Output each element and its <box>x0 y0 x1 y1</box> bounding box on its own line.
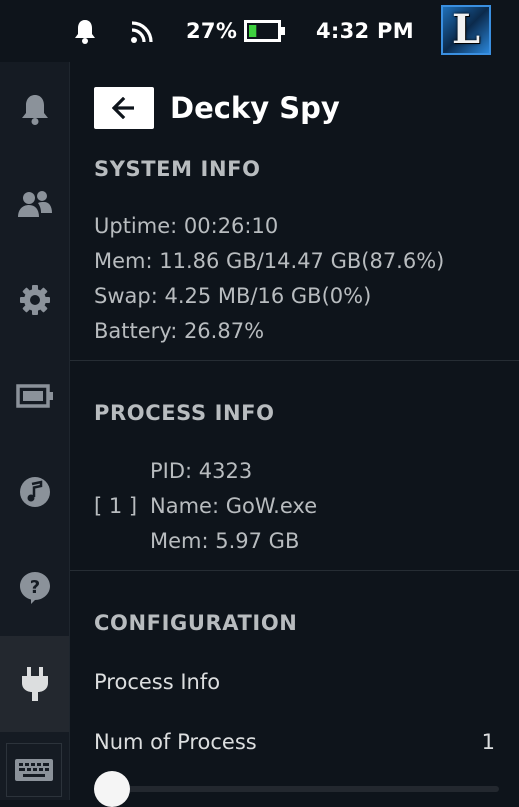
friends-icon <box>17 191 52 217</box>
battery-percent: 27% <box>186 19 238 43</box>
uptime-text: Uptime: 00:26:10 <box>94 214 279 238</box>
num-process-value: 1 <box>481 730 495 754</box>
configuration-title: CONFIGURATION <box>94 611 298 635</box>
battery-icon <box>244 0 286 62</box>
panel-header: Decky Spy <box>94 86 340 130</box>
plug-icon <box>21 667 48 701</box>
process-pid: PID: 4323 <box>150 459 253 483</box>
plugin-panel: Decky Spy SYSTEM INFO Uptime: 00:26:10 M… <box>70 62 519 807</box>
music-icon <box>19 477 50 507</box>
keyboard-button[interactable] <box>6 743 62 797</box>
battery-icon <box>15 384 53 408</box>
sidebar-item-help[interactable]: ? <box>0 558 69 618</box>
keyboard-icon <box>15 759 53 781</box>
process-name: Name: GoW.exe <box>150 494 318 518</box>
sidebar-item-music[interactable] <box>0 462 69 522</box>
page-title: Decky Spy <box>170 91 340 125</box>
avatar-letter: L <box>451 6 481 53</box>
battery-text: Battery: 26.87% <box>94 319 265 343</box>
quick-access-sidebar: ? <box>0 62 70 800</box>
clock-time: 4:32 PM <box>316 19 414 43</box>
num-process-label: Num of Process <box>94 730 257 754</box>
back-button[interactable] <box>94 87 154 129</box>
process-index: [ 1 ] <box>94 494 138 518</box>
num-process-slider-thumb[interactable] <box>94 771 130 807</box>
process-info-toggle-label[interactable]: Process Info <box>94 670 220 694</box>
sidebar-item-notifications[interactable] <box>0 79 69 139</box>
signal-icon <box>130 0 156 62</box>
sidebar-item-friends[interactable] <box>0 174 69 234</box>
svg-text:?: ? <box>29 577 39 598</box>
process-info-title: PROCESS INFO <box>94 401 275 425</box>
divider <box>70 360 519 361</box>
gear-icon <box>19 285 50 315</box>
status-bar: 27% 4:32 PM L <box>0 0 519 62</box>
sidebar-item-performance[interactable] <box>0 366 69 426</box>
arrow-left-icon <box>112 97 134 119</box>
sidebar-item-settings[interactable] <box>0 270 69 330</box>
help-icon: ? <box>19 572 50 604</box>
user-avatar[interactable]: L <box>441 5 491 55</box>
process-mem: Mem: 5.97 GB <box>150 529 300 553</box>
divider <box>70 570 519 571</box>
system-info-title: SYSTEM INFO <box>94 157 261 181</box>
notification-bell-icon[interactable] <box>74 0 96 62</box>
sidebar-item-plugins[interactable] <box>0 636 69 732</box>
num-process-slider-track[interactable] <box>94 786 499 792</box>
swap-text: Swap: 4.25 MB/16 GB(0%) <box>94 284 372 308</box>
memory-text: Mem: 11.86 GB/14.47 GB(87.6%) <box>94 249 445 273</box>
bell-icon <box>21 95 48 125</box>
